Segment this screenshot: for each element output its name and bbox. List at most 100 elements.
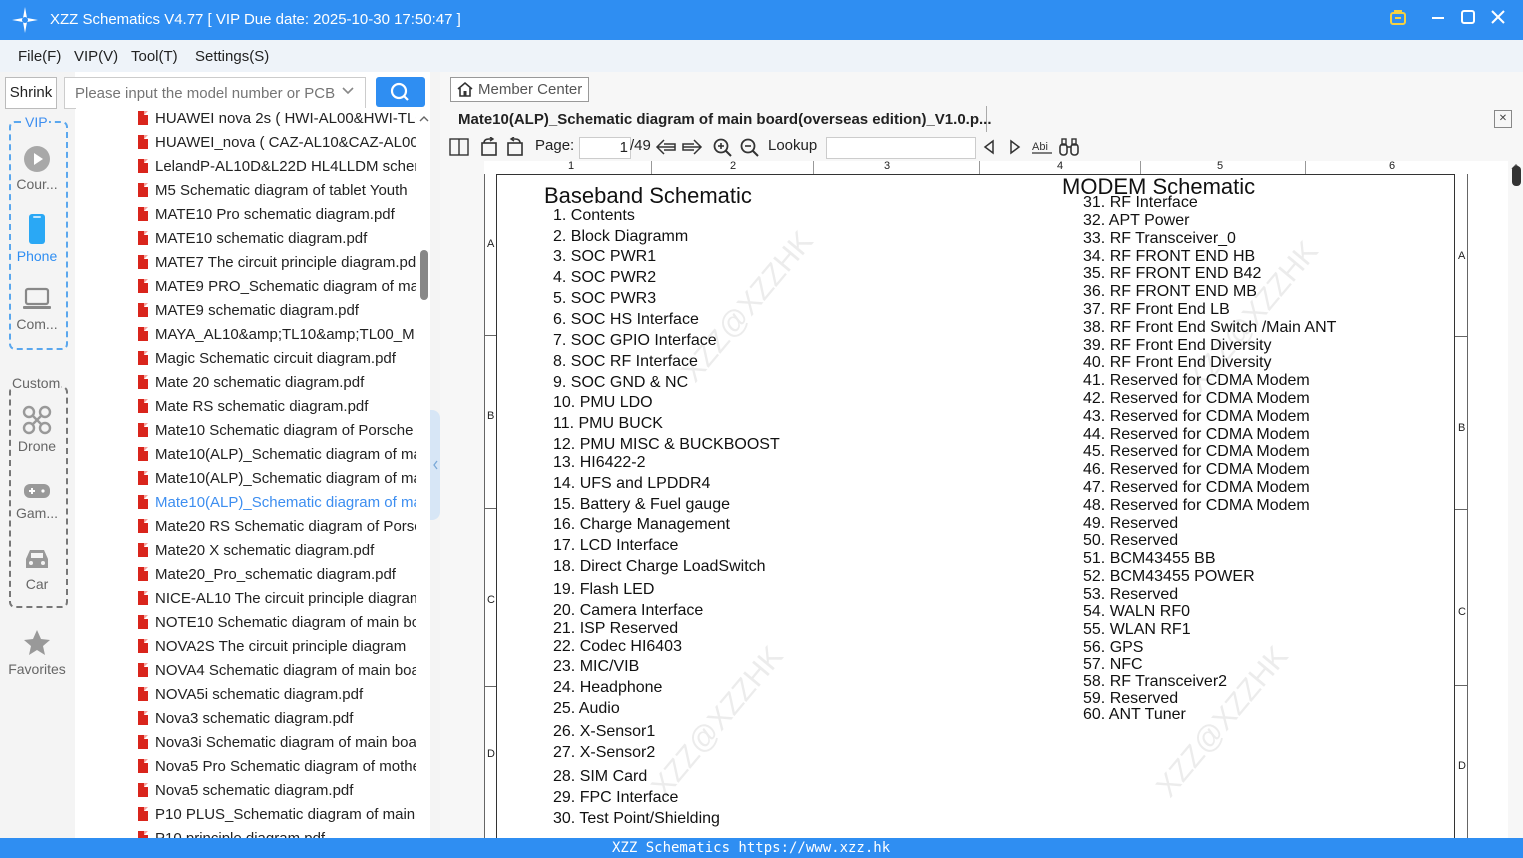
zoom-out-icon[interactable]	[740, 138, 760, 158]
page-border-left	[484, 174, 485, 838]
file-list-item[interactable]: Mate10(ALP)_Schematic diagram of main	[138, 444, 416, 466]
minimize-icon[interactable]	[1427, 8, 1449, 30]
model-search-box[interactable]	[64, 77, 366, 109]
menu-file[interactable]: File(F)	[18, 48, 61, 65]
rotate-right-icon[interactable]	[505, 137, 525, 157]
file-list-item[interactable]: MATE9 PRO_Schematic diagram of main	[138, 276, 416, 298]
file-list-item[interactable]: MATE10 schematic diagram.pdf	[138, 228, 416, 250]
pdf-file-icon	[138, 471, 148, 485]
nav-item-games[interactable]: Gam...	[5, 480, 69, 521]
file-list-item[interactable]: Nova5 schematic diagram.pdf	[138, 780, 416, 802]
file-list-item[interactable]: P10 PLUS_Schematic diagram of main	[138, 804, 416, 826]
baseband-index-item: 14. UFS and LPDDR4	[553, 475, 711, 492]
search-input[interactable]	[73, 78, 337, 108]
viewer-scrollbar[interactable]	[1508, 161, 1523, 838]
file-list-item[interactable]: NOVA4 Schematic diagram of main board	[138, 660, 416, 682]
file-list-scroll-thumb[interactable]	[420, 250, 428, 300]
baseband-index-item: 4. SOC PWR2	[553, 269, 657, 286]
pdf-file-icon	[138, 351, 148, 365]
nav-item-drone[interactable]: Drone	[5, 405, 69, 454]
file-list-item[interactable]: LelandP-AL10D&L22D HL4LLDM schematic	[138, 156, 416, 178]
title-bar: XZZ Schematics V4.77 [ VIP Due date: 202…	[0, 0, 1523, 40]
file-list-item[interactable]: NOVA5i schematic diagram.pdf	[138, 684, 416, 706]
page-total: /49	[630, 137, 651, 154]
nav-label-car: Car	[25, 576, 49, 592]
viewer-scroll-thumb[interactable]	[1512, 166, 1521, 186]
file-list-item[interactable]: M5 Schematic diagram of tablet Youth	[138, 180, 416, 202]
file-list-item[interactable]: Magic Schematic circuit diagram.pdf	[138, 348, 416, 370]
document-tab[interactable]: Mate10(ALP)_Schematic diagram of main bo…	[446, 106, 992, 132]
find-all-binoculars-icon[interactable]	[1058, 137, 1080, 157]
baseband-index-item: 5. SOC PWR3	[553, 290, 657, 307]
file-list-item[interactable]: NOTE10 Schematic diagram of main board	[138, 612, 416, 634]
file-name: MAYA_AL10&amp;TL10&amp;TL00_M	[155, 326, 415, 343]
maximize-icon[interactable]	[1457, 8, 1479, 30]
rotate-left-icon[interactable]	[479, 137, 499, 157]
shrink-button[interactable]: Shrink	[5, 77, 57, 109]
file-list-item[interactable]: HUAWEI nova 2s ( HWI-AL00&HWI-TL00 )	[138, 108, 416, 130]
play-icon	[24, 146, 50, 172]
file-name: Mate20 RS Schematic diagram of Porsche	[155, 518, 416, 535]
file-list-item[interactable]: Nova5 Pro Schematic diagram of mother	[138, 756, 416, 778]
cart-icon[interactable]	[1387, 8, 1409, 30]
page-number-input[interactable]: 1	[579, 137, 631, 159]
zoom-in-icon[interactable]	[713, 138, 733, 158]
nav-item-courses[interactable]: Cour...	[5, 145, 69, 192]
pdf-file-icon	[138, 495, 148, 509]
file-list-item[interactable]: Mate RS schematic diagram.pdf	[138, 396, 416, 418]
close-icon[interactable]	[1487, 8, 1509, 30]
status-text: XZZ Schematics https://www.xzz.hk	[612, 840, 891, 856]
svg-text:Abi: Abi	[1032, 141, 1048, 153]
file-name: NOTE10 Schematic diagram of main board	[155, 614, 416, 631]
nav-item-computer[interactable]: Com...	[5, 287, 69, 332]
file-list-item[interactable]: MATE7 The circuit principle diagram.pdf	[138, 252, 416, 274]
ruler-col-6: 6	[1389, 160, 1396, 172]
match-case-icon[interactable]: Abi	[1031, 138, 1053, 156]
previous-page-icon[interactable]	[655, 138, 677, 156]
row-label-b-left: B	[487, 410, 495, 422]
sidebar-toggle-icon[interactable]	[449, 138, 469, 156]
pdf-file-icon	[138, 543, 148, 557]
file-list-item[interactable]: MATE10 Pro schematic diagram.pdf	[138, 204, 416, 226]
file-list-item[interactable]: Mate10(ALP)_Schematic diagram of main	[138, 492, 416, 514]
scroll-up-icon[interactable]	[418, 114, 430, 124]
file-list-item[interactable]: Nova3i Schematic diagram of main board	[138, 732, 416, 754]
lookup-input[interactable]	[826, 137, 976, 159]
find-next-icon[interactable]	[1008, 139, 1022, 155]
file-list-item[interactable]: Mate20 RS Schematic diagram of Porsche	[138, 516, 416, 538]
file-name: P10 PLUS_Schematic diagram of main	[155, 806, 416, 823]
file-list-item[interactable]: Mate10(ALP)_Schematic diagram of main	[138, 468, 416, 490]
file-list-item[interactable]: P10 principle diagram.pdf	[138, 828, 416, 838]
chevron-down-icon[interactable]	[341, 84, 355, 98]
nav-item-car[interactable]: Car	[5, 545, 69, 592]
file-name: Nova3 schematic diagram.pdf	[155, 710, 354, 727]
nav-item-favorites[interactable]: Favorites	[5, 628, 69, 677]
file-list-item[interactable]: HUAWEI_nova ( CAZ-AL10&CAZ-AL00 )	[138, 132, 416, 154]
file-list-item[interactable]: NICE-AL10 The circuit principle diagram	[138, 588, 416, 610]
collapse-panel-handle[interactable]	[430, 410, 440, 520]
member-center-button[interactable]: Member Center	[450, 77, 589, 102]
pdf-file-icon	[138, 303, 148, 317]
search-button[interactable]	[376, 77, 425, 107]
close-tab-icon[interactable]: ✕	[1494, 110, 1512, 128]
file-list-item[interactable]: Mate20_Pro_schematic diagram.pdf	[138, 564, 416, 586]
file-list-item[interactable]: Mate20 X schematic diagram.pdf	[138, 540, 416, 562]
file-list-item[interactable]: Mate 20 schematic diagram.pdf	[138, 372, 416, 394]
file-name: Nova5 schematic diagram.pdf	[155, 782, 354, 799]
file-list-item[interactable]: MATE9 schematic diagram.pdf	[138, 300, 416, 322]
file-list-item[interactable]: Nova3 schematic diagram.pdf	[138, 708, 416, 730]
file-list-item[interactable]: NOVA2S The circuit principle diagram	[138, 636, 416, 658]
nav-item-phone[interactable]: Phone	[5, 213, 69, 264]
file-name: NOVA5i schematic diagram.pdf	[155, 686, 364, 703]
file-list-item[interactable]: MAYA_AL10&amp;TL10&amp;TL00_M	[138, 324, 416, 346]
file-list-item[interactable]: Mate10 Schematic diagram of Porsche	[138, 420, 416, 442]
menu-settings[interactable]: Settings(S)	[195, 48, 269, 65]
find-previous-icon[interactable]	[982, 139, 996, 155]
menu-vip[interactable]: VIP(V)	[74, 48, 118, 65]
baseband-index-item: 9. SOC GND & NC	[553, 374, 689, 391]
drone-icon	[22, 405, 52, 435]
next-page-icon[interactable]	[681, 138, 703, 156]
menu-tool[interactable]: Tool(T)	[131, 48, 178, 65]
row-divider	[1455, 509, 1467, 510]
file-list-scrollbar[interactable]	[416, 108, 430, 838]
